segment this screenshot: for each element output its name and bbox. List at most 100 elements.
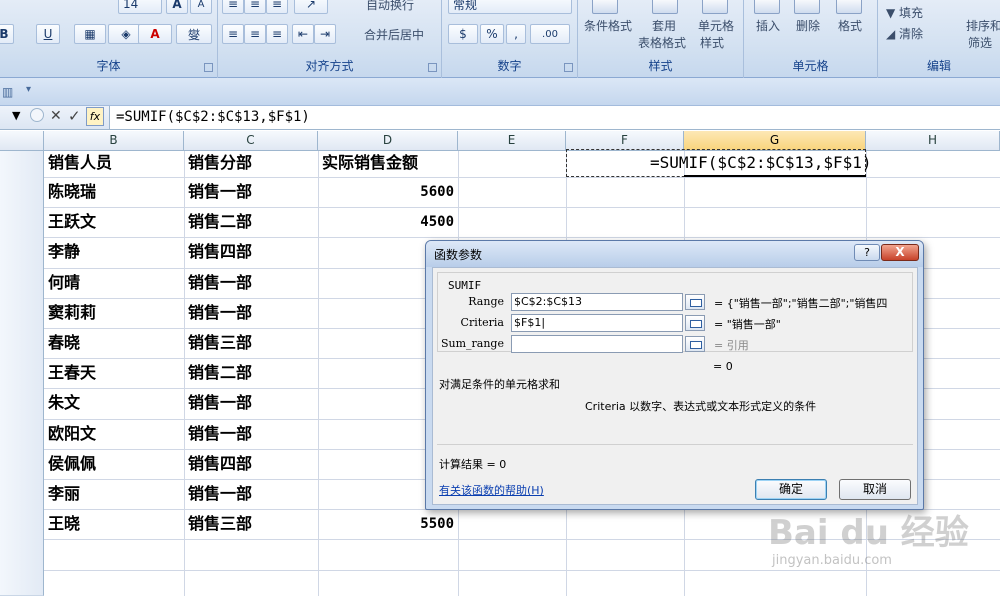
- criteria-collapse-button[interactable]: [685, 315, 705, 331]
- decimal-button[interactable]: .00: [530, 24, 570, 44]
- cell-department[interactable]: 销售二部: [188, 358, 252, 388]
- row-headers[interactable]: [0, 151, 44, 596]
- conditional-format-button[interactable]: 条件格式: [584, 17, 632, 34]
- header-salesperson[interactable]: 销售人员: [48, 148, 112, 178]
- shrink-font-button[interactable]: A: [190, 0, 212, 14]
- cell-amount[interactable]: 5500: [344, 509, 454, 539]
- criteria-input[interactable]: $F$1|: [511, 314, 683, 332]
- name-box-dropdown-icon[interactable]: ▼: [12, 109, 20, 122]
- align-left-button[interactable]: ≡: [222, 24, 244, 44]
- col-header-e[interactable]: E: [458, 131, 566, 151]
- col-header-h[interactable]: H: [866, 131, 1000, 151]
- dialog-titlebar[interactable]: 函数参数 ? X: [426, 241, 923, 267]
- cell-department[interactable]: 销售一部: [188, 268, 252, 298]
- cell-department[interactable]: 销售四部: [188, 237, 252, 267]
- sort-filter-button-line1[interactable]: 排序和: [966, 17, 1000, 34]
- cell-department[interactable]: 销售三部: [188, 328, 252, 358]
- cancel-button[interactable]: 取消: [839, 479, 911, 500]
- sum-range-collapse-button[interactable]: [685, 336, 705, 352]
- delete-button[interactable]: 删除: [796, 17, 820, 34]
- font-launcher[interactable]: [204, 63, 213, 72]
- cell-department[interactable]: 销售三部: [188, 509, 252, 539]
- cell-amount[interactable]: 5600: [344, 177, 454, 207]
- cell-amount[interactable]: 4500: [344, 207, 454, 237]
- editing-group: ▼ 填充 ◢ 清除 排序和 筛选 编辑: [878, 0, 1000, 78]
- font-color-button[interactable]: A: [138, 24, 172, 44]
- bold-button[interactable]: B: [0, 24, 14, 44]
- enter-icon[interactable]: ✓: [68, 107, 81, 125]
- header-amount[interactable]: 实际销售金额: [322, 148, 418, 178]
- decrease-indent-button[interactable]: ⇤: [292, 24, 314, 44]
- currency-button[interactable]: $: [448, 24, 478, 44]
- customize-icon[interactable]: ▾: [26, 84, 31, 95]
- cell-department[interactable]: 销售一部: [188, 388, 252, 418]
- ok-button[interactable]: 确定: [755, 479, 827, 500]
- cell-department[interactable]: 销售二部: [188, 207, 252, 237]
- dialog-close-button[interactable]: X: [881, 244, 919, 261]
- fill-button[interactable]: ▼ 填充: [886, 4, 923, 21]
- row-header-corner: [0, 131, 44, 151]
- cell-g1-formula[interactable]: =SUMIF($C$2:$C$13,$F$1): [650, 151, 872, 175]
- active-cell-underline: [684, 175, 866, 177]
- phonetic-button[interactable]: 燮: [176, 24, 212, 44]
- cell-salesperson[interactable]: 王春天: [48, 358, 96, 388]
- insert-button[interactable]: 插入: [756, 17, 780, 34]
- function-help-link[interactable]: 有关该函数的帮助(H): [439, 482, 544, 498]
- sum-range-input[interactable]: [511, 335, 683, 353]
- cell-salesperson[interactable]: 李静: [48, 237, 80, 267]
- insert-function-icon[interactable]: fx: [86, 107, 104, 126]
- align-center-button[interactable]: ≡: [244, 24, 266, 44]
- table-format-button-line1[interactable]: 套用: [652, 17, 676, 34]
- col-header-g[interactable]: G: [684, 131, 866, 151]
- cell-salesperson[interactable]: 王跃文: [48, 207, 96, 237]
- font-size-box[interactable]: 14: [118, 0, 162, 14]
- clear-button[interactable]: ◢ 清除: [886, 25, 923, 42]
- comma-button[interactable]: ,: [506, 24, 526, 44]
- cell-salesperson[interactable]: 欧阳文: [48, 419, 96, 449]
- cell-department[interactable]: 销售四部: [188, 449, 252, 479]
- formula-input[interactable]: =SUMIF($C$2:$C$13,$F$1): [116, 109, 310, 125]
- cell-salesperson[interactable]: 王晓: [48, 509, 80, 539]
- orientation-button[interactable]: ↗: [294, 0, 328, 14]
- cell-salesperson[interactable]: 春晓: [48, 328, 80, 358]
- cell-salesperson[interactable]: 朱文: [48, 388, 80, 418]
- grow-font-button[interactable]: A: [166, 0, 188, 14]
- cell-salesperson[interactable]: 何晴: [48, 268, 80, 298]
- cell-department[interactable]: 销售一部: [188, 479, 252, 509]
- table-format-button-line2[interactable]: 表格格式: [638, 34, 686, 51]
- range-collapse-button[interactable]: [685, 294, 705, 310]
- cell-department[interactable]: 销售一部: [188, 419, 252, 449]
- cell-style-button-line2[interactable]: 样式: [700, 34, 724, 51]
- cell-department[interactable]: 销售一部: [188, 298, 252, 328]
- arg-label-range: Range: [468, 295, 504, 308]
- header-department[interactable]: 销售分部: [188, 148, 252, 178]
- align-middle-button[interactable]: ≡: [244, 0, 266, 14]
- align-launcher[interactable]: [428, 63, 437, 72]
- range-input[interactable]: $C$2:$C$13: [511, 293, 683, 311]
- percent-button[interactable]: %: [480, 24, 504, 44]
- cell-style-button-line1[interactable]: 单元格: [698, 17, 734, 34]
- cell-department[interactable]: 销售一部: [188, 177, 252, 207]
- border-button[interactable]: ▦: [74, 24, 106, 44]
- format-button[interactable]: 格式: [838, 17, 862, 34]
- merge-center-button[interactable]: 合并后居中: [364, 26, 424, 43]
- dialog-help-button[interactable]: ?: [854, 244, 880, 261]
- number-format-box[interactable]: 常规: [448, 0, 572, 14]
- sort-filter-button-line2[interactable]: 筛选: [968, 34, 992, 51]
- cell-salesperson[interactable]: 侯佩佩: [48, 449, 96, 479]
- chart-icon[interactable]: ▥: [2, 85, 13, 99]
- underline-button[interactable]: U: [36, 24, 60, 44]
- cell-salesperson[interactable]: 陈晓瑞: [48, 177, 96, 207]
- cancel-icon[interactable]: ✕: [50, 108, 62, 124]
- arg-label-criteria: Criteria: [460, 316, 504, 329]
- align-top-button[interactable]: ≡: [222, 0, 244, 14]
- increase-indent-button[interactable]: ⇥: [314, 24, 336, 44]
- expand-icon[interactable]: [30, 108, 44, 122]
- align-bottom-button[interactable]: ≡: [266, 0, 288, 14]
- col-header-f[interactable]: F: [566, 131, 684, 151]
- number-launcher[interactable]: [564, 63, 573, 72]
- cell-salesperson[interactable]: 窦莉莉: [48, 298, 96, 328]
- align-right-button[interactable]: ≡: [266, 24, 288, 44]
- cell-salesperson[interactable]: 李丽: [48, 479, 80, 509]
- wrap-text-button[interactable]: 自动换行: [366, 0, 414, 13]
